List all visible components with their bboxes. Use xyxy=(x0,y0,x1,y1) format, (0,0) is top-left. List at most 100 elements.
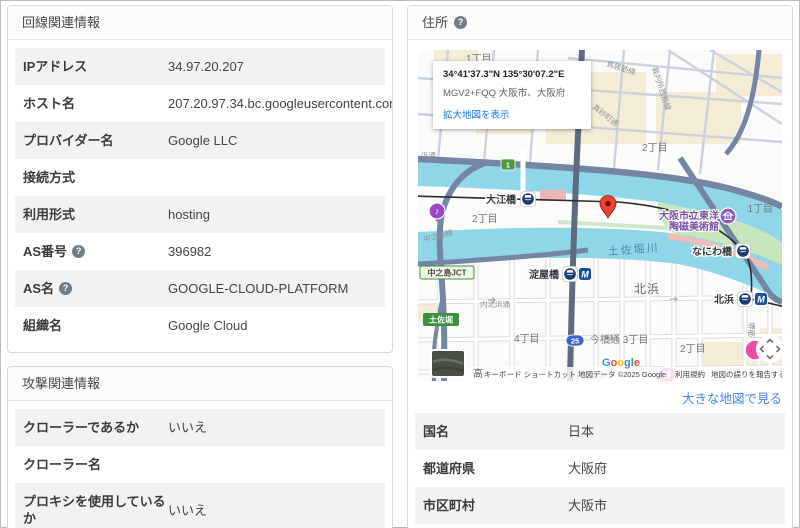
row-label-text: クローラーであるか xyxy=(23,419,139,436)
attack-info-table: クローラーであるか いいえ クローラー名 プロキシを使用しているか いいえ xyxy=(8,401,392,528)
row-label-text: 都道府県 xyxy=(423,460,475,477)
museum-icon[interactable] xyxy=(720,208,736,224)
row-value-text: 396982 xyxy=(168,243,211,260)
naniwabashi-station-icon[interactable] xyxy=(736,244,751,259)
kitahama-metro-icon[interactable] xyxy=(755,293,768,306)
attack-info-header: 攻撃関連情報 xyxy=(8,367,392,401)
google-logo[interactable]: Google xyxy=(602,357,640,369)
address-title: 住所 xyxy=(422,14,448,31)
map-label: 1丁目 xyxy=(747,204,773,215)
map-label: 2丁目 xyxy=(680,344,706,355)
svg-text:中之島JCT: 中之島JCT xyxy=(427,268,466,278)
table-row: 国名 日本 xyxy=(415,413,785,450)
station-label: なにわ橋 xyxy=(692,245,733,258)
line-info-table: IPアドレス 34.97.20.207 ホスト名 207.20.97.34.bc… xyxy=(8,40,392,352)
line-info-header: 回線関連情報 xyxy=(8,6,392,40)
keyboard-shortcuts-link[interactable]: キーボード ショートカット xyxy=(484,370,576,379)
row-label-text: 接続方式 xyxy=(23,169,75,186)
museum-label: 大阪市立東洋 xyxy=(659,209,719,222)
yodoyabashi-metro-icon[interactable] xyxy=(579,268,592,281)
map-label: 堺筋 xyxy=(747,322,757,337)
svg-text:♪: ♪ xyxy=(435,206,440,216)
row-value-text: 34.97.20.207 xyxy=(168,58,244,75)
row-value-text: hosting xyxy=(168,206,210,223)
table-row: AS名 GOOGLE-CLOUD-PLATFORM xyxy=(15,270,385,307)
row-label-text: 利用形式 xyxy=(23,206,75,223)
map-label: 内北浜通 xyxy=(480,299,510,309)
help-icon[interactable] xyxy=(454,16,467,29)
row-label-text: 組織名 xyxy=(23,317,62,334)
line-info-card: 回線関連情報 IPアドレス 34.97.20.207 ホスト名 207.20.9… xyxy=(7,5,393,353)
table-row: プロキシを使用しているか いいえ xyxy=(15,483,385,528)
row-label-text: プロバイダー名 xyxy=(23,132,113,149)
area-label: 北浜 xyxy=(634,282,660,296)
svg-text:1: 1 xyxy=(506,161,510,170)
right-column: 住所 xyxy=(407,5,793,523)
map-data-attribution: 地図データ ©2025 Google xyxy=(578,369,666,379)
row-value-text: いいえ xyxy=(168,419,207,436)
row-label-text: AS名 xyxy=(23,280,54,297)
station-label: 淀屋橋 xyxy=(529,268,560,281)
table-row: IPアドレス 34.97.20.207 xyxy=(15,48,385,85)
row-value-text: Google LLC xyxy=(168,132,237,149)
row-value-text: 日本 xyxy=(568,423,594,440)
table-row: クローラー名 xyxy=(15,446,385,483)
route-1-shield: 1 xyxy=(501,159,515,170)
row-label-text: 市区町村 xyxy=(423,497,475,514)
oebashi-station-icon[interactable] xyxy=(521,192,536,207)
route-25-shield: 25 xyxy=(566,335,584,346)
report-error-link[interactable]: 地図の誤りを報告する xyxy=(711,369,782,379)
kitahama-station-icon[interactable] xyxy=(738,292,753,307)
satellite-layer-toggle[interactable] xyxy=(431,350,465,377)
attack-info-card: 攻撃関連情報 クローラーであるか いいえ クローラー名 プロキシを使用しているか… xyxy=(7,366,393,528)
help-icon[interactable] xyxy=(59,282,72,295)
station-label: 大江橋 xyxy=(486,193,517,206)
table-row: 接続方式 xyxy=(15,159,385,196)
row-value-text: 207.20.97.34.bc.googleusercontent.com xyxy=(168,95,393,112)
table-row: プロバイダー名 Google LLC xyxy=(15,122,385,159)
address-header: 住所 xyxy=(408,6,792,40)
address-table: 国名 日本 都道府県 大阪府 市区町村 大阪市 xyxy=(415,413,785,524)
svg-text:25: 25 xyxy=(571,337,579,346)
line-info-title: 回線関連情報 xyxy=(22,14,100,31)
station-label: 北浜 xyxy=(714,293,734,306)
page: 回線関連情報 IPアドレス 34.97.20.207 ホスト名 207.20.9… xyxy=(0,0,800,528)
row-label-text: 国名 xyxy=(423,423,449,440)
address-card: 住所 xyxy=(407,5,793,528)
left-column: 回線関連情報 IPアドレス 34.97.20.207 ホスト名 207.20.9… xyxy=(7,5,393,523)
row-value-text: GOOGLE-CLOUD-PLATFORM xyxy=(168,280,348,297)
row-value-text: Google Cloud xyxy=(168,317,248,334)
yodoyabashi-station-icon[interactable] xyxy=(563,267,578,282)
row-value-text: 大阪市 xyxy=(568,497,607,514)
row-label-text: ホスト名 xyxy=(23,95,75,112)
row-label-text: IPアドレス xyxy=(23,58,87,75)
table-row: AS番号 396982 xyxy=(15,233,385,270)
table-row: 利用形式 hosting xyxy=(15,196,385,233)
table-row: ホスト名 207.20.97.34.bc.googleusercontent.c… xyxy=(15,85,385,122)
map-label: 今橋通 3丁目 xyxy=(590,333,648,346)
row-value-text: 大阪府 xyxy=(568,460,607,477)
map-label: 2丁目 xyxy=(642,143,668,154)
attack-info-title: 攻撃関連情報 xyxy=(22,375,100,392)
table-row: クローラーであるか いいえ xyxy=(15,409,385,446)
row-label-text: AS番号 xyxy=(23,243,67,260)
expand-map-link[interactable]: 拡大地図を表示 xyxy=(443,107,581,121)
table-row: 組織名 Google Cloud xyxy=(15,307,385,344)
museum-label: 陶磁美術館 xyxy=(669,220,719,233)
row-label-text: クローラー名 xyxy=(23,456,101,473)
nakanoshima-jct-badge: 中之島JCT xyxy=(420,266,474,279)
address-body: M xyxy=(408,40,792,528)
row-label-text: プロキシを使用しているか xyxy=(23,493,168,527)
map-label: 4丁目 xyxy=(514,334,540,345)
view-larger-map-link[interactable]: 大きな地図で見る xyxy=(418,388,782,407)
tosabori-badge: 土佐堀 xyxy=(423,313,459,326)
row-value-text: いいえ xyxy=(168,502,207,519)
map-label: 2丁目 xyxy=(472,214,498,225)
svg-text:土佐堀: 土佐堀 xyxy=(429,315,453,325)
help-icon[interactable] xyxy=(72,245,85,258)
coordinates-text: 34°41'37.3"N 135°30'07.2"E xyxy=(443,69,581,80)
table-row: 市区町村 大阪市 xyxy=(415,487,785,524)
google-map-embed[interactable]: M xyxy=(418,50,782,381)
terms-link[interactable]: 利用規約 xyxy=(675,369,705,379)
table-row: 都道府県 大阪府 xyxy=(415,450,785,487)
